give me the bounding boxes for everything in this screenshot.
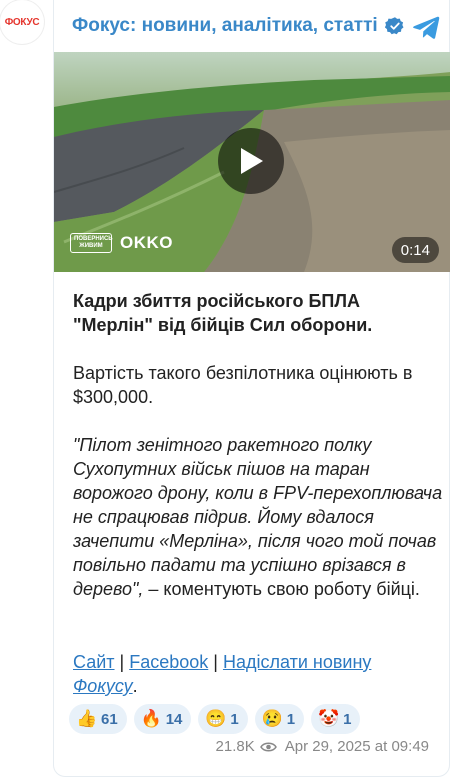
play-button[interactable]: [218, 128, 284, 194]
reaction-count: 14: [165, 710, 183, 728]
grin-icon: 😁: [205, 709, 227, 728]
telegram-icon[interactable]: [411, 12, 441, 42]
video-player[interactable]: ПОВЕРНИСЬ ЖИВИМ OKKO 0:14: [54, 52, 450, 272]
sad-icon: 😢: [261, 709, 283, 728]
facebook-link[interactable]: Facebook: [129, 652, 208, 672]
eye-icon: [259, 742, 277, 751]
post-header: Фокус: новини, аналітика, статті: [54, 0, 450, 52]
link-separator: |: [208, 652, 223, 672]
reaction-clown[interactable]: 🤡 1: [311, 704, 361, 734]
view-count: 21.8K: [215, 738, 255, 755]
thumbs-up-icon: 👍: [76, 709, 98, 728]
post-quote: "Пілот зенітного ракетного полку Сухопут…: [73, 433, 443, 601]
links-end: .: [132, 676, 138, 696]
reaction-count: 1: [286, 710, 296, 728]
site-link[interactable]: Сайт: [73, 652, 115, 672]
avatar-label: ФОКУС: [4, 16, 40, 28]
watermark-okko-logo: OKKO: [120, 233, 173, 252]
post-headline: Кадри збиття російського БПЛА "Мерлін" в…: [73, 291, 373, 335]
play-icon: [241, 148, 263, 174]
clown-icon: 🤡: [318, 709, 340, 728]
reaction-thumbs-up[interactable]: 👍 61: [69, 704, 127, 734]
fire-icon: 🔥: [140, 709, 162, 728]
reaction-sad[interactable]: 😢 1: [254, 704, 305, 734]
reaction-count: 1: [343, 710, 352, 728]
post-meta: 21.8K Apr 29, 2025 at 09:49: [216, 738, 429, 755]
submit-news-link[interactable]: Надіслати новину: [223, 652, 371, 672]
post-card: Фокус: новини, аналітика, статті ПОВЕРНИ…: [53, 0, 450, 777]
reaction-count: 1: [230, 710, 239, 728]
video-duration: 0:14: [391, 237, 439, 263]
video-watermark: ПОВЕРНИСЬ ЖИВИМ OKKO: [70, 232, 173, 254]
link-separator: |: [114, 652, 130, 672]
fokusu-link[interactable]: Фокусу: [73, 676, 133, 696]
reaction-fire[interactable]: 🔥 14: [133, 704, 192, 734]
channel-name-link[interactable]: Фокус: новини, аналітика, статті: [72, 15, 378, 37]
post-price-text: Вартість такого безпілотника оцінюють в …: [73, 363, 413, 407]
reactions-bar: 👍 61 🔥 14 😁 1 😢 1 🤡 1: [69, 704, 367, 734]
post-date[interactable]: Apr 29, 2025 at 09:49: [285, 738, 429, 755]
verified-icon: [384, 17, 404, 35]
watermark-badge: ПОВЕРНИСЬ ЖИВИМ: [70, 233, 113, 253]
reaction-count: 61: [101, 710, 118, 728]
quote-text: "Пілот зенітного ракетного полку Сухопут…: [73, 435, 443, 599]
channel-avatar[interactable]: ФОКУС: [0, 0, 44, 44]
post-links: Сайт | Facebook | Надіслати новину Фокусу…: [73, 650, 443, 698]
reaction-grin[interactable]: 😁 1: [198, 704, 248, 734]
quote-attribution: – коментують свою роботу бійці.: [143, 579, 420, 599]
